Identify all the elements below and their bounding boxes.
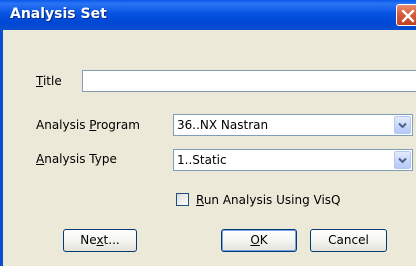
- analysis-type-label: Analysis Type: [36, 152, 117, 166]
- title-label: Title: [36, 74, 62, 88]
- window-title: Analysis Set: [10, 6, 107, 22]
- chevron-down-icon: [398, 157, 407, 164]
- analysis-type-dropdown-button[interactable]: [394, 151, 411, 169]
- run-visq-label[interactable]: Run Analysis Using VisQ: [196, 193, 340, 207]
- title-bar[interactable]: Analysis Set: [0, 0, 416, 30]
- analysis-program-label: Analysis Program: [36, 118, 140, 132]
- analysis-program-value: 36..NX Nastran: [177, 118, 269, 132]
- cancel-button[interactable]: Cancel: [310, 229, 387, 252]
- close-x-icon: [401, 9, 415, 23]
- run-visq-checkbox[interactable]: [176, 193, 189, 206]
- analysis-program-dropdown-button[interactable]: [394, 116, 411, 134]
- next-button[interactable]: Next...: [63, 229, 137, 252]
- title-input[interactable]: [82, 70, 416, 92]
- analysis-type-value: 1..Static: [177, 153, 227, 167]
- analysis-type-select[interactable]: 1..Static: [173, 149, 413, 171]
- window-frame: [0, 30, 3, 266]
- analysis-set-dialog: Analysis Set Title Analysis Program 36..…: [0, 0, 416, 266]
- chevron-down-icon: [398, 122, 407, 129]
- ok-button[interactable]: OK: [221, 229, 297, 252]
- analysis-program-select[interactable]: 36..NX Nastran: [173, 114, 413, 136]
- close-button[interactable]: [396, 4, 416, 26]
